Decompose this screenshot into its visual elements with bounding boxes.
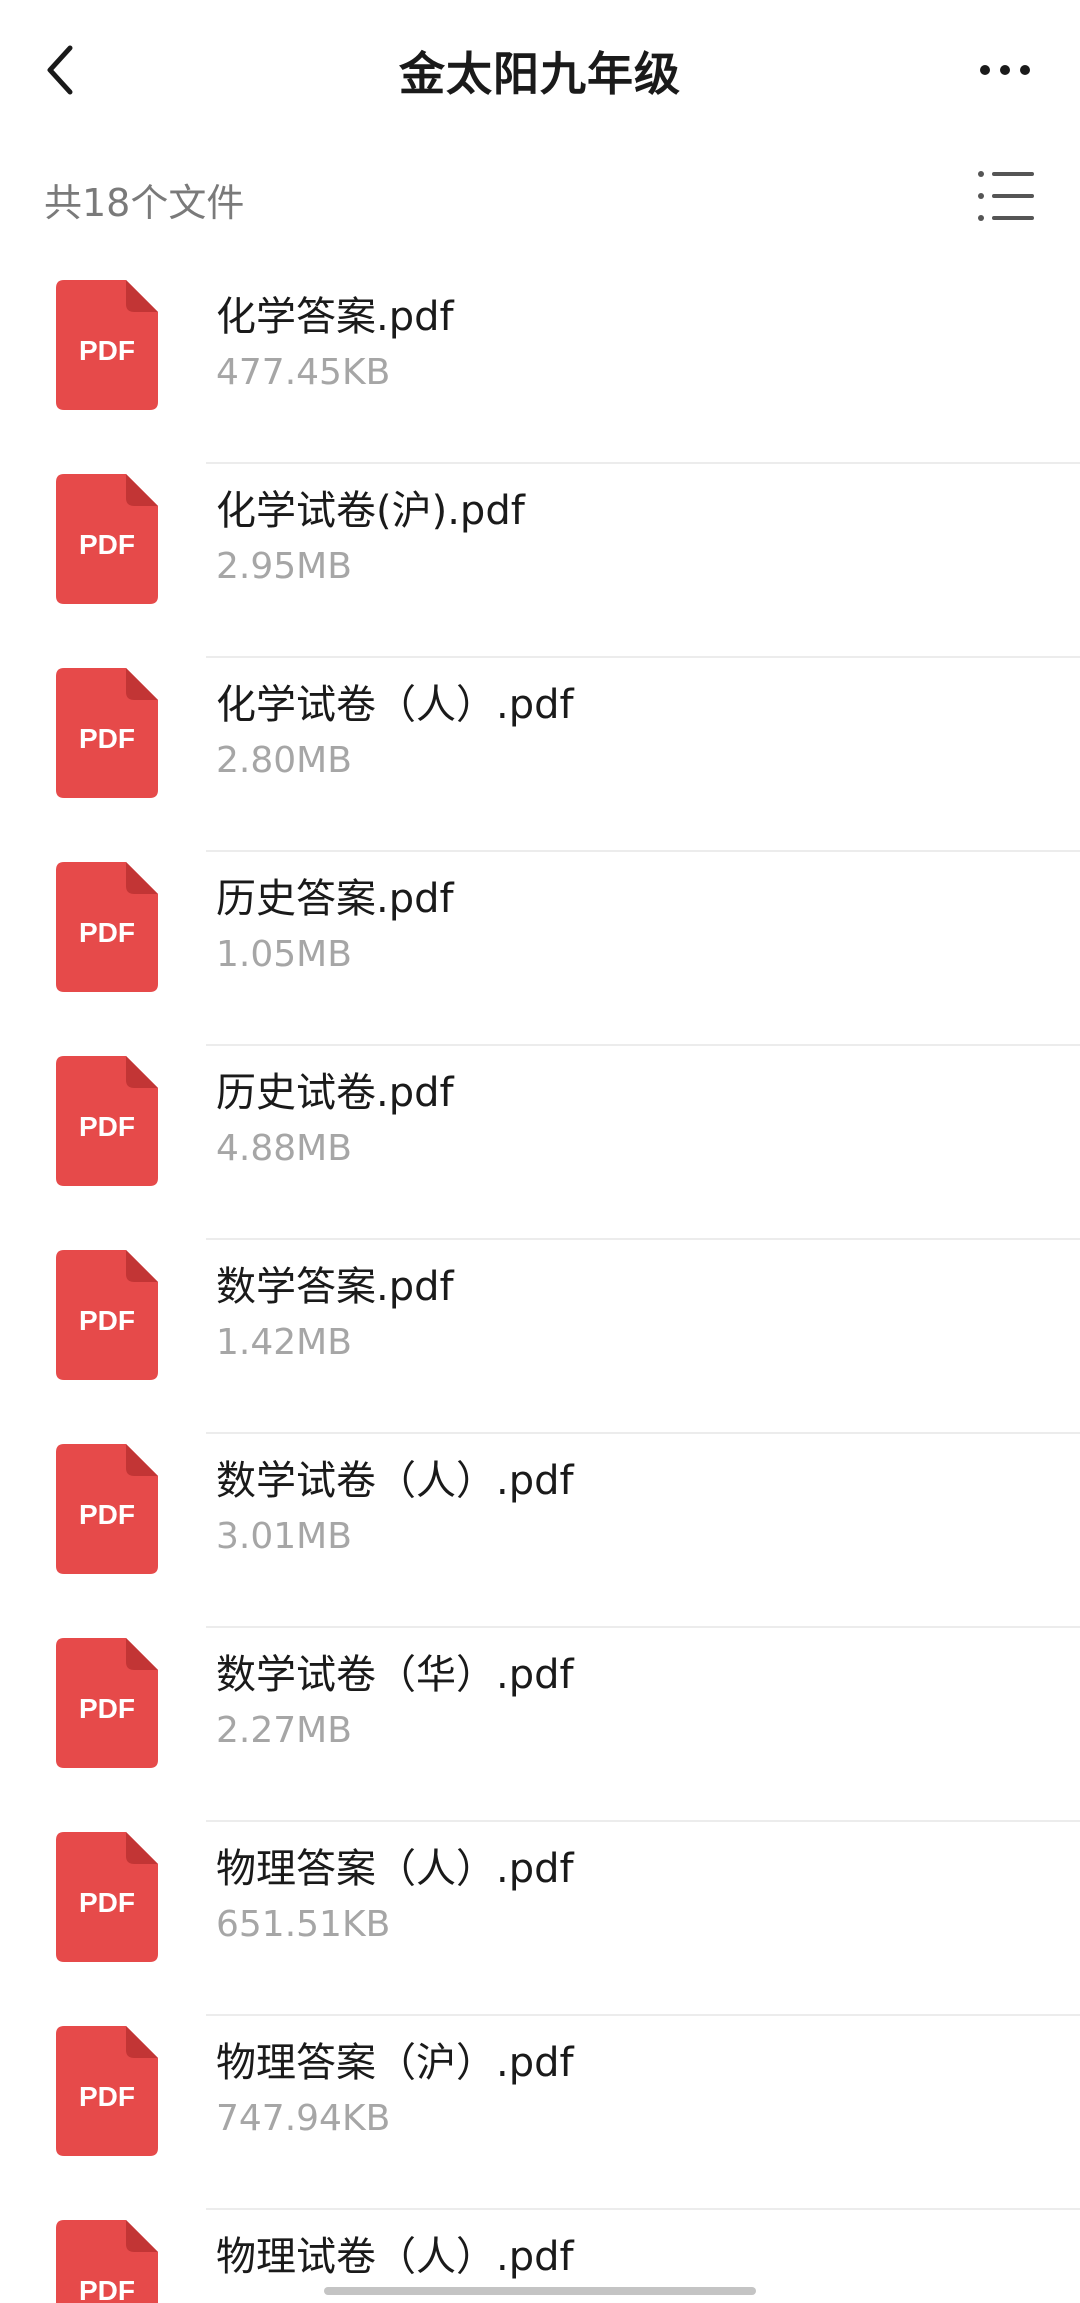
file-name: 历史试卷.pdf xyxy=(216,1070,454,1116)
file-name: 化学试卷(沪).pdf xyxy=(216,488,525,534)
list-view-icon xyxy=(978,171,1034,221)
home-indicator[interactable] xyxy=(324,2287,756,2295)
file-list-item[interactable]: PDF 化学试卷(沪).pdf 2.95MB xyxy=(0,464,1080,658)
file-size: 3.01MB xyxy=(216,1516,352,1557)
more-horizontal-icon xyxy=(1020,65,1030,75)
svg-text:PDF: PDF xyxy=(79,2081,135,2112)
svg-text:PDF: PDF xyxy=(79,529,135,560)
more-horizontal-icon xyxy=(1000,65,1010,75)
pdf-file-icon: PDF xyxy=(56,2026,158,2156)
file-size: 2.80MB xyxy=(216,740,352,781)
nav-bar: 金太阳九年级 xyxy=(0,0,1080,140)
file-size: 477.45KB xyxy=(216,352,391,393)
pdf-file-icon: PDF xyxy=(56,1250,158,1380)
file-list-item[interactable]: PDF 数学试卷（华）.pdf 2.27MB xyxy=(0,1628,1080,1822)
file-name: 历史答案.pdf xyxy=(216,876,454,922)
file-size: 4.88MB xyxy=(216,1128,352,1169)
file-browser-screen: 金太阳九年级 共18个文件 PDF 化学答案.pdf 477.45KB PDF … xyxy=(0,0,1080,2303)
file-size: 747.94KB xyxy=(216,2098,391,2139)
file-list-item[interactable]: PDF 数学试卷（人）.pdf 3.01MB xyxy=(0,1434,1080,1628)
file-name: 数学试卷（人）.pdf xyxy=(216,1458,574,1504)
svg-text:PDF: PDF xyxy=(79,917,135,948)
file-list-item[interactable]: PDF 数学答案.pdf 1.42MB xyxy=(0,1240,1080,1434)
pdf-file-icon: PDF xyxy=(56,1056,158,1186)
more-horizontal-icon xyxy=(980,65,990,75)
svg-text:PDF: PDF xyxy=(79,723,135,754)
file-name: 物理试卷（人）.pdf xyxy=(216,2234,574,2280)
pdf-file-icon: PDF xyxy=(56,862,158,992)
file-name: 化学试卷（人）.pdf xyxy=(216,682,574,728)
file-size: 1.42MB xyxy=(216,1322,352,1363)
file-name: 物理答案（沪）.pdf xyxy=(216,2040,574,2086)
svg-text:PDF: PDF xyxy=(79,335,135,366)
file-size: 1.05MB xyxy=(216,934,352,975)
file-list-item[interactable]: PDF 物理答案（人）.pdf 651.51KB xyxy=(0,1822,1080,2016)
more-button[interactable] xyxy=(960,40,1050,100)
pdf-file-icon: PDF xyxy=(56,2220,158,2303)
file-list-item[interactable]: PDF 化学试卷（人）.pdf 2.80MB xyxy=(0,658,1080,852)
file-list-item[interactable]: PDF 历史答案.pdf 1.05MB xyxy=(0,852,1080,1046)
pdf-file-icon: PDF xyxy=(56,1832,158,1962)
svg-text:PDF: PDF xyxy=(79,1111,135,1142)
file-size: 651.51KB xyxy=(216,1904,391,1945)
svg-text:PDF: PDF xyxy=(79,1693,135,1724)
file-list-item[interactable]: PDF 历史试卷.pdf 4.88MB xyxy=(0,1046,1080,1240)
svg-text:PDF: PDF xyxy=(79,2275,135,2303)
file-size: 2.27MB xyxy=(216,1710,352,1751)
pdf-file-icon: PDF xyxy=(56,668,158,798)
file-list-item[interactable]: PDF 化学答案.pdf 477.45KB xyxy=(0,270,1080,464)
file-name: 物理答案（人）.pdf xyxy=(216,1846,574,1892)
file-count-label: 共18个文件 xyxy=(44,181,245,225)
pdf-file-icon: PDF xyxy=(56,1444,158,1574)
file-size: 2.95MB xyxy=(216,546,352,587)
view-toggle-button[interactable] xyxy=(976,168,1036,224)
svg-text:PDF: PDF xyxy=(79,1887,135,1918)
svg-text:PDF: PDF xyxy=(79,1499,135,1530)
pdf-file-icon: PDF xyxy=(56,1638,158,1768)
file-count-row: 共18个文件 xyxy=(0,150,1080,240)
file-name: 数学答案.pdf xyxy=(216,1264,454,1310)
pdf-file-icon: PDF xyxy=(56,474,158,604)
page-title: 金太阳九年级 xyxy=(399,47,681,101)
file-name: 数学试卷（华）.pdf xyxy=(216,1652,574,1698)
pdf-file-icon: PDF xyxy=(56,280,158,410)
file-name: 化学答案.pdf xyxy=(216,294,454,340)
file-list: PDF 化学答案.pdf 477.45KB PDF 化学试卷(沪).pdf 2.… xyxy=(0,270,1080,2303)
svg-text:PDF: PDF xyxy=(79,1305,135,1336)
file-list-item[interactable]: PDF 物理答案（沪）.pdf 747.94KB xyxy=(0,2016,1080,2210)
